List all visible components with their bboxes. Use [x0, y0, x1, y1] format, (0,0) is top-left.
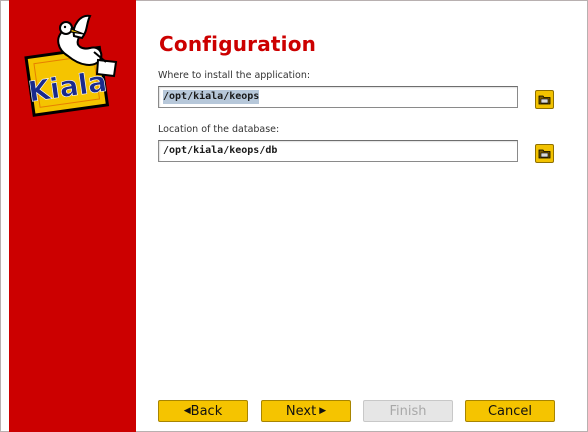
cancel-label: Cancel: [487, 403, 533, 419]
install-dir-browse-button[interactable]: [535, 90, 554, 109]
next-button[interactable]: Next ▶: [261, 400, 351, 422]
next-label: Next: [285, 403, 317, 419]
sidebar-panel: Kiala: [9, 0, 136, 432]
db-location-value[interactable]: /opt/kiala/keops/db: [163, 144, 277, 158]
kiala-logo: Kiala: [24, 14, 118, 117]
finish-button[interactable]: Finish: [363, 400, 453, 422]
page-title: Configuration: [159, 32, 317, 56]
cancel-button[interactable]: Cancel: [465, 400, 555, 422]
folder-open-icon: [538, 149, 551, 159]
db-location-field[interactable]: /opt/kiala/keops/db: [158, 140, 518, 162]
db-location-label: Location of the database:: [158, 124, 280, 135]
finish-label: Finish: [389, 403, 427, 419]
install-dir-label: Where to install the application:: [158, 70, 311, 81]
triangle-left-icon: ◀: [183, 405, 191, 416]
install-dir-field[interactable]: /opt/kiala/keops: [158, 86, 518, 108]
folder-open-icon: [538, 95, 551, 105]
back-label: Back: [190, 403, 223, 419]
install-dir-value[interactable]: /opt/kiala/keops: [163, 90, 260, 104]
db-location-browse-button[interactable]: [535, 144, 554, 163]
back-button[interactable]: ◀ Back: [158, 400, 248, 422]
main-panel: Configuration Where to install the appli…: [137, 0, 588, 432]
triangle-right-icon: ▶: [319, 405, 327, 416]
